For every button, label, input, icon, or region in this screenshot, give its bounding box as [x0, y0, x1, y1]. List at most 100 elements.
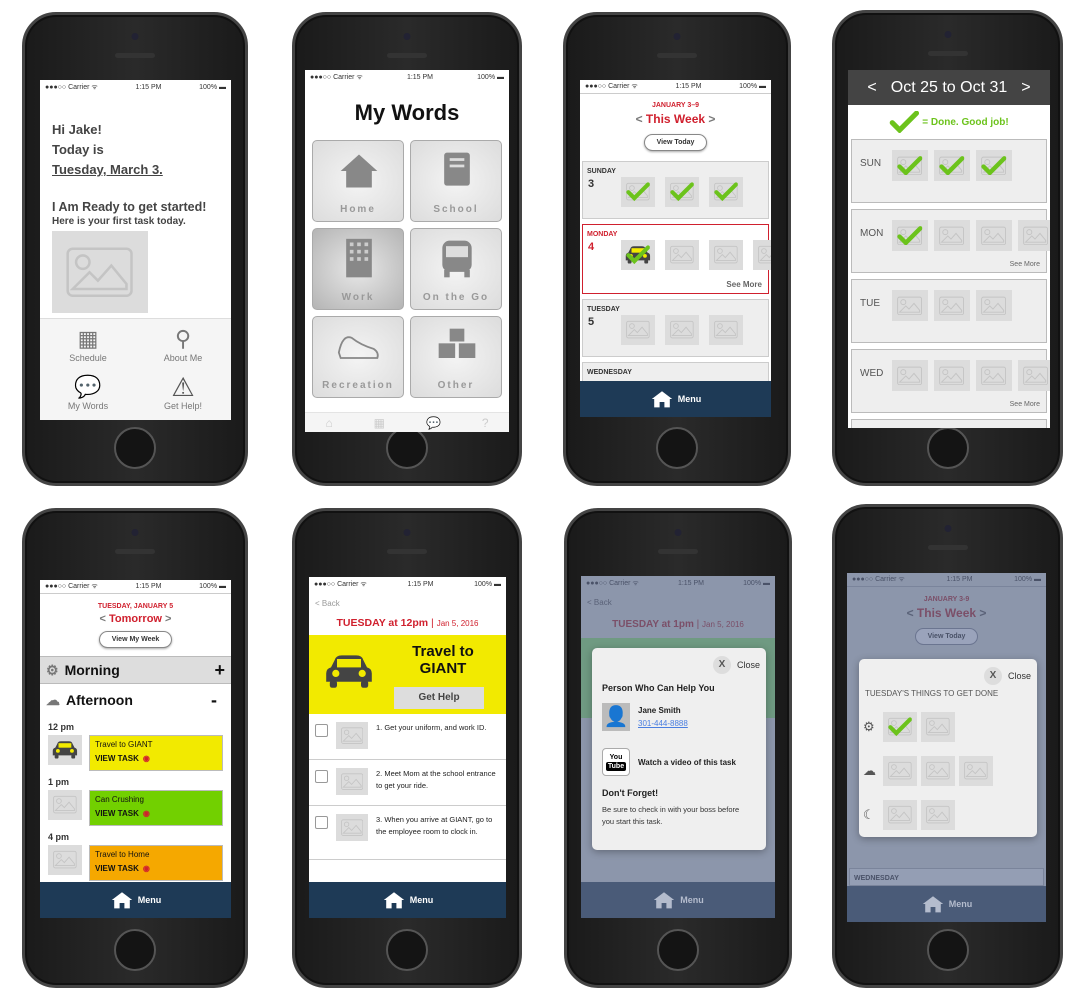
task-thumbnail[interactable]: [48, 790, 82, 820]
view-task-link[interactable]: VIEW TASK ◉: [95, 864, 217, 873]
menu-button[interactable]: Menu: [580, 381, 771, 417]
task-thumbnail[interactable]: [934, 220, 970, 251]
task-thumbnail[interactable]: [921, 800, 955, 830]
expand-icon[interactable]: +: [214, 660, 225, 681]
prev-week-chevron-icon[interactable]: <: [636, 112, 643, 126]
task-thumbnail[interactable]: [621, 315, 655, 345]
task-thumbnail[interactable]: [665, 315, 699, 345]
day-card-thu[interactable]: THU: [851, 419, 1047, 428]
morning-section-toggle[interactable]: ⚙ Morning +: [40, 656, 231, 684]
next-week-chevron-icon[interactable]: >: [1021, 79, 1030, 97]
see-more-link[interactable]: See More: [1010, 261, 1040, 268]
task-thumbnail[interactable]: [921, 756, 955, 786]
task-thumbnail[interactable]: [336, 722, 368, 749]
task-thumbnail[interactable]: [976, 220, 1012, 251]
task-thumbnail[interactable]: [934, 360, 970, 391]
category-tile-school[interactable]: School: [410, 140, 502, 222]
nav-item-schedule[interactable]: ▦ Schedule: [45, 325, 131, 363]
category-tile-other[interactable]: Other: [410, 316, 502, 398]
task-thumbnail[interactable]: [892, 360, 928, 391]
youtube-icon[interactable]: You Tube: [602, 748, 630, 776]
collapse-icon[interactable]: -: [211, 690, 217, 711]
completed-task-thumbnail[interactable]: [883, 712, 917, 742]
help-icon[interactable]: ?: [482, 416, 489, 430]
view-my-week-button[interactable]: View My Week: [98, 631, 173, 648]
next-week-chevron-icon[interactable]: >: [708, 112, 715, 126]
see-more-link[interactable]: See More: [1010, 401, 1040, 408]
completed-task-thumbnail[interactable]: [665, 177, 699, 207]
day-card-wed[interactable]: WED See More: [851, 349, 1050, 413]
menu-button[interactable]: Menu: [309, 882, 506, 918]
task-row[interactable]: Can Crushing VIEW TASK ◉: [48, 790, 223, 826]
view-task-link[interactable]: VIEW TASK ◉: [95, 754, 217, 763]
task-thumbnail[interactable]: [892, 290, 928, 321]
nav-item-about-me[interactable]: ⚲ About Me: [140, 325, 226, 363]
day-card-tue[interactable]: TUE: [851, 279, 1047, 343]
category-tile-on-the-go[interactable]: On the Go: [410, 228, 502, 310]
step-checkbox[interactable]: [315, 724, 328, 737]
day-card-monday[interactable]: MONDAY 4 See More: [582, 224, 771, 294]
week-title: This Week: [916, 606, 977, 620]
house-icon[interactable]: ⌂: [325, 416, 332, 430]
task-thumbnail[interactable]: [883, 756, 917, 786]
task-thumbnail[interactable]: [665, 240, 699, 270]
completed-task-thumbnail[interactable]: [621, 240, 655, 270]
view-task-link[interactable]: VIEW TASK ◉: [95, 809, 217, 818]
task-thumbnail[interactable]: [753, 240, 771, 270]
day-card-tuesday[interactable]: TUESDAY 5: [582, 299, 769, 357]
back-button[interactable]: < Back: [581, 590, 775, 607]
task-thumbnail[interactable]: [934, 290, 970, 321]
category-tile-home[interactable]: Home: [312, 140, 404, 222]
task-thumbnail[interactable]: [976, 290, 1012, 321]
calendar-icon[interactable]: ▦: [374, 416, 385, 430]
next-day-chevron-icon[interactable]: >: [165, 613, 171, 625]
task-row[interactable]: Travel to Home VIEW TASK ◉: [48, 845, 223, 881]
speech-bubble-icon[interactable]: 💬: [426, 416, 441, 430]
task-thumbnail[interactable]: [709, 240, 743, 270]
see-more-link[interactable]: See More: [726, 280, 762, 289]
task-thumbnail[interactable]: [921, 712, 955, 742]
status-battery: 100% ▬: [1014, 576, 1041, 583]
step-checkbox[interactable]: [315, 816, 328, 829]
close-button[interactable]: X Close: [712, 656, 760, 674]
task-thumbnail[interactable]: [48, 845, 82, 875]
back-button[interactable]: < Back: [309, 591, 506, 608]
prev-week-chevron-icon[interactable]: <: [867, 79, 876, 97]
completed-task-thumbnail[interactable]: [621, 177, 655, 207]
menu-button[interactable]: Menu: [40, 882, 231, 918]
prev-day-chevron-icon[interactable]: <: [100, 613, 106, 625]
completed-task-thumbnail[interactable]: [892, 220, 928, 251]
completed-task-thumbnail[interactable]: [934, 150, 970, 181]
task-thumbnail[interactable]: [959, 756, 993, 786]
nav-item-get-help-[interactable]: ⚠ Get Help!: [140, 373, 226, 411]
close-button[interactable]: X Close: [983, 667, 1031, 685]
day-card-mon[interactable]: MON See More: [851, 209, 1050, 273]
nav-item-my-words[interactable]: 💬 My Words: [45, 373, 131, 411]
category-tile-work[interactable]: Work: [312, 228, 404, 310]
step-checkbox[interactable]: [315, 770, 328, 783]
task-thumbnail[interactable]: [709, 315, 743, 345]
task-thumbnail[interactable]: [976, 360, 1012, 391]
watch-video-link[interactable]: Watch a video of this task: [638, 758, 736, 767]
category-tile-recreation[interactable]: Recreation: [312, 316, 404, 398]
afternoon-section-toggle[interactable]: ☁ Afternoon -: [40, 684, 231, 716]
task-thumbnail[interactable]: [48, 735, 82, 765]
task-thumbnail[interactable]: [1018, 360, 1050, 391]
completed-task-thumbnail[interactable]: [976, 150, 1012, 181]
task-card[interactable]: Travel to GIANT VIEW TASK ◉: [89, 735, 223, 771]
task-thumbnail[interactable]: [336, 814, 368, 841]
first-task-image[interactable]: [52, 231, 148, 313]
task-thumbnail[interactable]: [336, 768, 368, 795]
task-row[interactable]: Travel to GIANT VIEW TASK ◉: [48, 735, 223, 771]
task-thumbnail[interactable]: [1018, 220, 1050, 251]
completed-task-thumbnail[interactable]: [709, 177, 743, 207]
view-today-button[interactable]: View Today: [643, 134, 708, 151]
helper-phone-link[interactable]: 301-444-8888: [638, 719, 688, 728]
day-card-sun[interactable]: SUN: [851, 139, 1047, 203]
task-card[interactable]: Travel to Home VIEW TASK ◉: [89, 845, 223, 881]
get-help-button[interactable]: Get Help: [394, 687, 484, 709]
completed-task-thumbnail[interactable]: [892, 150, 928, 181]
task-card[interactable]: Can Crushing VIEW TASK ◉: [89, 790, 223, 826]
day-card-sunday[interactable]: SUNDAY 3: [582, 161, 769, 219]
task-thumbnail[interactable]: [883, 800, 917, 830]
